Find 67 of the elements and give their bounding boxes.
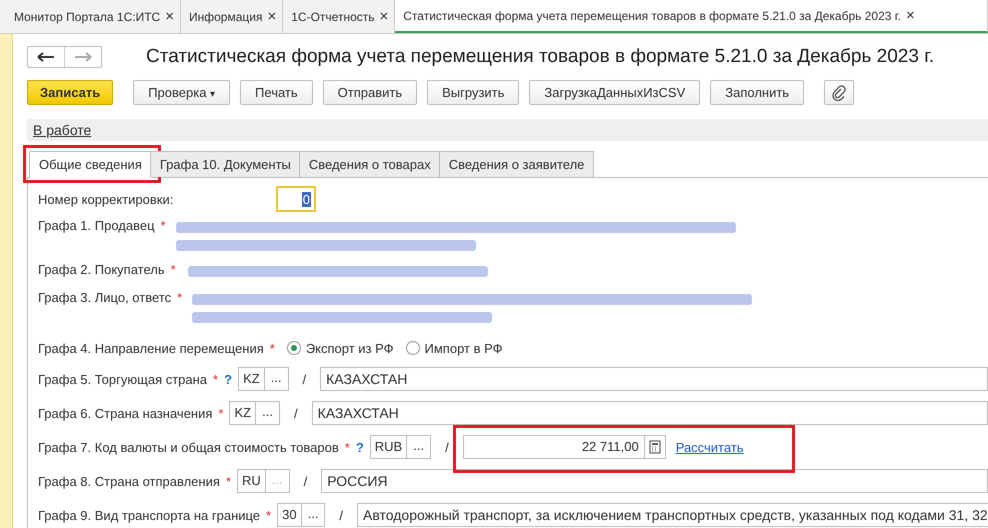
required-mark: * [218,406,224,420]
calculator-icon[interactable] [644,435,666,459]
attach-button[interactable] [824,80,854,105]
select-button[interactable]: ... [255,401,280,425]
separator-slash: / [302,372,306,386]
input-field[interactable]: Автодорожный транспорт, за исключением транспортных средств, указанных под кодами 31, 32 [357,503,988,527]
code-field[interactable]: 30 [277,503,301,527]
toolbar-button[interactable]: Печать [240,80,313,105]
separator-slash: / [304,474,308,488]
radio-icon[interactable] [286,341,301,355]
separator-slash: / [445,440,449,454]
window-tab[interactable]: Монитор Портала 1С:ИТС × [6,0,181,33]
radio-icon[interactable] [406,341,420,355]
close-icon[interactable]: × [380,8,388,25]
required-mark: * [160,218,166,233]
form-tab[interactable]: Графа 10. Документы [150,151,301,177]
required-mark: * [170,262,176,277]
amount-field[interactable]: 22 711,00 [462,435,645,459]
required-mark: * [266,508,272,522]
toolbar-button[interactable]: ЗагрузкаДанныхИзCSV [529,80,700,105]
form-tab[interactable]: Сведения о товарах [298,151,441,177]
select-button[interactable]: ... [406,435,432,459]
close-icon[interactable]: × [267,8,276,25]
form-tab[interactable]: Сведения о заявителе [438,151,594,177]
window-tab[interactable]: Статистическая форма учета перемещения товаров в формате 5.21.0 за Декабрь 2023 г. × [395,0,988,33]
dropdown-button[interactable]: Проверка ▾ [133,80,230,105]
field-label: Номер корректировки: [38,192,174,206]
toolbar-button[interactable]: Заполнить [710,80,804,105]
close-icon[interactable]: × [165,8,174,25]
field-label: Графа 4. Направление перемещения [38,340,264,356]
help-link[interactable]: ? [356,440,364,454]
required-mark: * [177,290,182,305]
field-label: Графа 6. Страна назначения [38,406,212,420]
field-label: Графа 8. Страна отправления [38,474,220,488]
toolbar-button[interactable]: Выгрузить [427,80,520,105]
input-field[interactable]: КАЗАХСТАН [320,367,988,391]
separator-slash: / [294,406,298,420]
input-field[interactable]: 0 [276,186,316,212]
required-mark: * [213,372,218,386]
separator-slash: / [339,508,344,522]
paperclip-icon [832,84,846,100]
help-link[interactable]: ? [224,372,232,386]
form-tab[interactable]: Общие сведения [29,151,152,178]
required-mark: * [270,340,275,356]
radio-option[interactable]: Импорт в РФ [406,340,503,356]
save-button[interactable]: Записать [27,80,114,105]
field-label: Графа 9. Вид транспорта на границе [38,508,260,522]
required-mark: * [344,440,350,454]
code-field[interactable]: RUB [370,435,406,459]
form-title: Статистическая форма учета перемещения товаров в формате 5.21.0 за Декабрь 2023 г. [146,46,934,68]
field-label: Графа 1. Продавец [38,218,155,233]
code-field[interactable]: KZ [238,367,264,391]
code-field[interactable]: KZ [229,401,256,425]
toolbar-button[interactable]: Отправить [322,80,418,105]
calculate-link[interactable]: Рассчитать [676,440,744,454]
required-mark: * [226,474,231,488]
field-label: Графа 5. Торгующая страна [38,372,208,386]
close-icon[interactable]: × [906,7,915,24]
radio-option[interactable]: Экспорт из РФ [286,340,394,356]
select-button[interactable]: ... [300,503,326,527]
select-button[interactable]: ... [264,367,289,391]
field-label: Графа 2. Покупатель [38,262,165,277]
window-tab[interactable]: Информация × [181,0,284,33]
status-link[interactable]: В работе [33,122,92,138]
field-label: Графа 3. Лицо, ответс [38,290,172,305]
input-field[interactable]: КАЗАХСТАН [312,401,988,425]
field-label: Графа 7. Код валюты и общая стоимость товаров [38,440,339,454]
